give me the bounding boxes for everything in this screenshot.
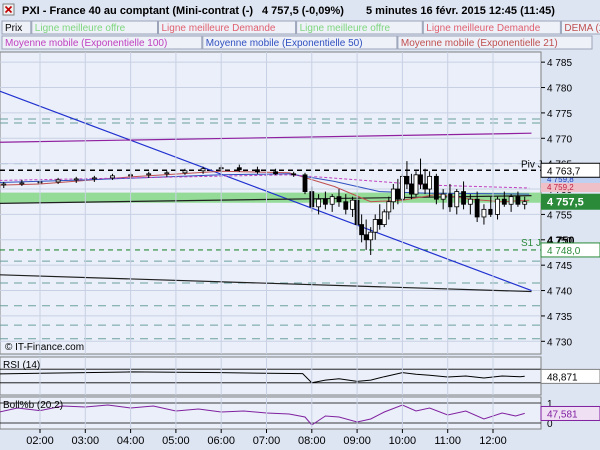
candle-body (302, 174, 308, 192)
legend-item: Prix (5, 23, 22, 34)
candle-body (73, 178, 79, 181)
x-tick-label: 10:00 (389, 435, 417, 447)
price-change: 4 757,5 (-0,09%) (262, 5, 344, 17)
candle-body (372, 219, 378, 233)
legend-row-2: Moyenne mobile (Exponentielle 100) Moyenn… (1, 35, 593, 50)
candle-body (433, 175, 439, 200)
legend-item: Ligne meilleure offre (35, 23, 126, 34)
candle-body (200, 168, 206, 172)
legend-item: DEMA (21) (564, 23, 600, 34)
candle-body (481, 208, 487, 218)
candle-body (447, 193, 453, 208)
x-tick-label: 04:00 (117, 435, 145, 447)
candle-body (474, 198, 480, 218)
support-value-label: 4 748,0 (547, 246, 581, 257)
y-tick-label: 4 755 (547, 210, 572, 221)
candle-body (454, 191, 460, 208)
last-price-label: 4 757,5 (547, 197, 584, 209)
y-tick-label: 4 785 (547, 58, 572, 69)
candle-body (395, 188, 401, 200)
candle-body (19, 182, 25, 185)
legend-item: Ligne meilleure Demande (162, 23, 276, 34)
x-tick-label: 02:00 (26, 435, 54, 447)
y-tick-label: 4 740 (547, 287, 572, 298)
boll-title: Boll%b (20.2) (3, 400, 63, 411)
candle-body (495, 198, 500, 215)
candle-body (359, 224, 365, 236)
x-tick-label: 06:00 (207, 435, 235, 447)
x-tick-label: 07:00 (253, 435, 281, 447)
candle-body (427, 175, 432, 190)
candle-body (343, 201, 349, 210)
support-label: S1 J (521, 238, 541, 249)
chart-title: PXI - France 40 au comptant (Mini-contra… (22, 5, 253, 17)
x-tick-label: 03:00 (72, 435, 100, 447)
chart-canvas: PXI - France 40 au comptant (Mini-contra… (0, 0, 600, 447)
pivot-label: Piv J (521, 159, 543, 170)
main-plot-area (0, 51, 542, 355)
x-tick-label: 09:00 (343, 435, 371, 447)
candle-body (404, 175, 410, 185)
y-tick-label: 4 730 (547, 337, 572, 348)
candle-body (255, 169, 260, 173)
candle-body (386, 201, 392, 213)
candle-body (422, 183, 428, 190)
x-tick-label: 05:00 (162, 435, 190, 447)
candle-body (329, 196, 335, 205)
candle-body (350, 199, 355, 210)
candle-body (316, 198, 321, 208)
x-tick-label: 12:00 (479, 435, 507, 447)
y-tick-label: 4 735 (547, 312, 572, 323)
price-axis: 4 7304 7354 7404 7454 7504 7554 7604 765… (540, 58, 600, 348)
rsi-value-label: 48,871 (547, 372, 578, 383)
legend-item: Ligne meilleure Demande (426, 23, 540, 34)
candle-body (381, 211, 387, 225)
candle-body (322, 198, 328, 205)
legend-item: Moyenne mobile (Exponentielle 21) (401, 38, 558, 49)
candle-body (501, 198, 507, 205)
candle-body (110, 175, 115, 179)
candle-body (377, 219, 383, 225)
candle-body (461, 191, 466, 205)
candle-body (291, 173, 297, 176)
legend-row-1: Prix Ligne meilleure offre Ligne meilleure… (1, 20, 600, 35)
candle-body (164, 172, 170, 175)
candle-body (508, 196, 514, 205)
candle-body (273, 171, 278, 175)
y-tick-label: 4 780 (547, 84, 572, 95)
secondary-price-label: 4 759,2 (547, 183, 574, 192)
candle-body (515, 196, 521, 205)
candle-body (409, 183, 414, 195)
period-info: 5 minutes 16 févr. 2015 12:45 (11:45) (366, 5, 555, 17)
candle-body (236, 167, 242, 171)
candle-body (418, 174, 423, 185)
candle-body (55, 179, 61, 183)
candle-body (146, 173, 152, 176)
x-tick-label: 11:00 (434, 435, 461, 447)
y-tick-label: 4 770 (547, 134, 572, 145)
legend-item: Moyenne mobile (Exponentielle 100) (5, 38, 167, 49)
candle-body (522, 201, 528, 205)
close-icon[interactable] (2, 3, 15, 16)
candle-body (467, 198, 473, 205)
candle-body (368, 231, 374, 241)
x-tick-label: 08:00 (298, 435, 326, 447)
pivot-value-label: 4 763,7 (547, 166, 581, 177)
candle-body (413, 174, 419, 195)
candle-body (91, 177, 97, 180)
candle-body (182, 170, 188, 174)
y-tick-label: 4 745 (547, 261, 572, 272)
candle-body (488, 208, 494, 215)
rsi-title: RSI (14) (3, 360, 40, 371)
candle-body (1, 183, 7, 186)
legend-item: Ligne meilleure offre (300, 23, 391, 34)
watermark: © IT-Finance.com (5, 342, 84, 353)
candle-body (440, 193, 446, 200)
candle-body (336, 196, 342, 203)
boll-value-label: 47,581 (547, 409, 578, 420)
legend-item: Moyenne mobile (Exponentielle 50) (206, 38, 363, 49)
y-tick-label: 4 775 (547, 109, 572, 120)
candle-body (390, 188, 396, 203)
candle-body (363, 234, 369, 241)
